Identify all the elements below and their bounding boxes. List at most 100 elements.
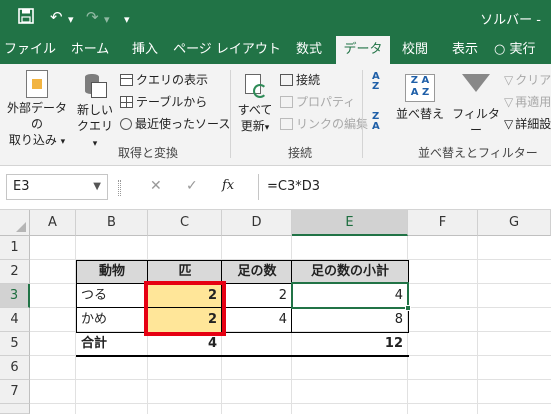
formula-input[interactable]: =C3*D3 (258, 174, 551, 200)
properties-button[interactable]: プロパティ (280, 94, 355, 110)
tab-view[interactable]: 表示 (440, 36, 490, 64)
gridline (477, 236, 478, 414)
column-header-b[interactable]: B (76, 210, 148, 236)
edit-links-button[interactable]: リンクの編集 (280, 116, 368, 132)
undo-icon[interactable]: ↶ (50, 8, 63, 26)
row-header-3[interactable]: 3 (0, 284, 30, 308)
reapply-button[interactable]: ▽ 再適用 (504, 94, 551, 110)
clear-filter-label: クリア (515, 73, 551, 87)
row-header-4[interactable]: 4 (0, 308, 30, 332)
column-header-c[interactable]: C (148, 210, 222, 236)
tab-file[interactable]: ファイル (0, 36, 60, 64)
total-label-cell[interactable]: 合計 (76, 332, 148, 356)
clear-filter-button[interactable]: ▽ クリア (504, 72, 551, 88)
undo-dropdown-icon[interactable]: ▾ (68, 11, 74, 29)
get-external-data-button[interactable]: 外部データの 取り込み ▾ (4, 70, 70, 150)
column-header-g[interactable]: G (478, 210, 551, 236)
reapply-label: 再適用 (515, 95, 551, 109)
table-cell[interactable]: かめ (76, 308, 148, 332)
name-box[interactable]: E3 ▼ (6, 174, 108, 200)
ribbon-data: 外部データの 取り込み ▾ 新しい クエリ ▾ クエリの表示 テーブルから 最近使… (0, 64, 551, 166)
formula-bar: E3 ▼ ✕ ✓ fx =C3*D3 (0, 166, 551, 210)
save-icon[interactable] (18, 8, 34, 28)
window-title: ソルバー - (480, 13, 541, 28)
table-cell[interactable]: 4 (222, 308, 292, 332)
new-query-label-1: 新しい (76, 103, 113, 117)
redo-icon[interactable]: ↷ (86, 8, 99, 26)
tab-formulas[interactable]: 数式 (284, 36, 334, 64)
sort-label: 並べ替え (396, 107, 445, 121)
filter-label: フィルター (452, 107, 500, 137)
tab-home[interactable]: ホーム (62, 36, 118, 64)
tab-tell-me-label: 実行 (509, 42, 536, 57)
reapply-icon: ▽ (504, 95, 514, 109)
column-header-f[interactable]: F (408, 210, 478, 236)
splitter-handle[interactable] (118, 180, 121, 196)
gridline (30, 403, 551, 404)
new-query-label-2: クエリ (76, 119, 113, 133)
chevron-down-icon: ▾ (92, 139, 98, 149)
row-header-6[interactable]: 6 (0, 356, 30, 380)
table-header-cell[interactable]: 足の数の小計 (292, 260, 408, 284)
chevron-down-icon[interactable]: ▼ (93, 175, 101, 199)
active-cell-selection[interactable] (291, 282, 409, 309)
cancel-icon[interactable]: ✕ (150, 178, 162, 194)
advanced-filter-button[interactable]: ▽ 詳細設 (504, 116, 551, 132)
connections-button[interactable]: 接続 (280, 72, 320, 88)
link-icon (280, 118, 293, 130)
external-data-label-1: 外部データの (6, 101, 67, 131)
row-header-5[interactable]: 5 (0, 332, 30, 356)
recent-sources-label: 最近使ったソース (135, 117, 231, 131)
refresh-all-button[interactable]: すべて 更新▾ (236, 74, 274, 136)
advanced-filter-icon: ▽ (504, 117, 514, 131)
document-icon (26, 70, 48, 98)
filter-button[interactable]: フィルター (452, 74, 500, 138)
select-all-corner[interactable] (0, 210, 30, 236)
column-header-a[interactable]: A (30, 210, 76, 236)
formula-bar-buttons: ✕ ✓ fx (136, 174, 246, 200)
tab-data[interactable]: データ (336, 36, 390, 64)
edit-links-label: リンクの編集 (296, 117, 369, 131)
table-cell[interactable]: 2 (222, 284, 292, 308)
refresh-all-label-2: 更新 (240, 119, 265, 133)
new-query-button[interactable]: 新しい クエリ ▾ (76, 74, 114, 152)
customize-toolbar-icon[interactable]: ▾ (124, 11, 130, 29)
recent-sources-button[interactable]: 最近使ったソース (120, 116, 230, 132)
properties-label: プロパティ (296, 95, 356, 109)
advanced-filter-label: 詳細設 (515, 117, 551, 131)
enter-icon[interactable]: ✓ (186, 178, 198, 194)
database-icon (83, 74, 107, 100)
worksheet-grid[interactable]: A B C D E F G 1 2 3 4 5 6 7 動物 匹 足の数 足の数… (0, 210, 551, 414)
group-label-connections: 接続 (288, 146, 313, 160)
row-header-8[interactable] (0, 404, 30, 414)
fill-handle[interactable] (405, 305, 411, 311)
properties-icon (280, 96, 293, 108)
insert-function-icon[interactable]: fx (222, 178, 234, 193)
table-cell[interactable]: つる (76, 284, 148, 308)
sort-descending-icon[interactable]: ZA (372, 112, 388, 133)
table-cell[interactable]: 8 (292, 308, 408, 332)
sort-button[interactable]: Z AA Z 並べ替え (396, 74, 444, 122)
column-header-d[interactable]: D (222, 210, 292, 236)
sort-ascending-icon[interactable]: AZ (372, 72, 388, 93)
tab-insert[interactable]: 挿入 (120, 36, 170, 64)
lightbulb-icon: ○ (494, 42, 506, 57)
table-header-cell[interactable]: 足の数 (222, 260, 292, 284)
tab-review[interactable]: 校閲 (392, 36, 438, 64)
refresh-icon (243, 74, 267, 100)
column-header-e[interactable]: E (292, 210, 408, 236)
from-table-button[interactable]: テーブルから (120, 94, 207, 110)
gridline (30, 379, 551, 380)
row-header-2[interactable]: 2 (0, 260, 30, 284)
table-header-cell[interactable]: 動物 (76, 260, 148, 284)
title-bar: ↶ ▾ ↷ ▾ ▾ ソルバー - (0, 0, 551, 36)
tab-page-layout[interactable]: ページ レイアウト (172, 36, 282, 64)
chevron-down-icon: ▾ (264, 123, 270, 133)
external-data-label-2: 取り込み (8, 133, 57, 147)
show-queries-button[interactable]: クエリの表示 (120, 72, 208, 88)
row-header-7[interactable]: 7 (0, 380, 30, 404)
row-header-1[interactable]: 1 (0, 236, 30, 260)
total-legs-cell[interactable]: 12 (292, 332, 408, 356)
redo-dropdown-icon[interactable]: ▾ (104, 11, 110, 29)
tab-tell-me[interactable]: ○ 実行 (494, 36, 551, 64)
